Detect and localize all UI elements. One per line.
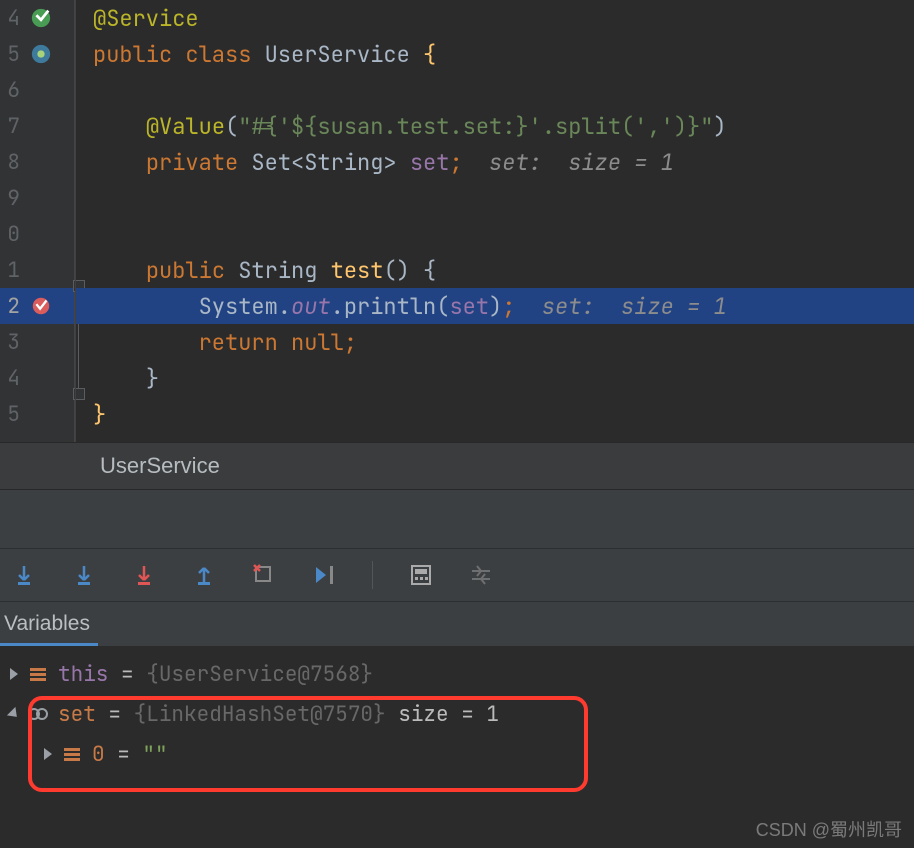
step-into-icon[interactable] xyxy=(72,563,96,587)
line-number: 9 xyxy=(6,185,20,212)
run-class-icon[interactable] xyxy=(30,7,52,29)
collapse-icon[interactable] xyxy=(7,707,21,721)
line-number: 3 xyxy=(6,329,20,356)
breadcrumb[interactable]: UserService xyxy=(0,442,914,490)
run-to-cursor-icon[interactable] xyxy=(312,563,336,587)
variables-tab-label: Variables xyxy=(4,612,90,636)
step-over-icon[interactable] xyxy=(12,563,36,587)
element-icon xyxy=(62,744,82,764)
line-number: 5 xyxy=(6,401,20,428)
expand-icon[interactable] xyxy=(10,668,18,680)
evaluate-expression-icon[interactable] xyxy=(409,563,433,587)
code-editor: 4 5 6 7 8 9 0 1 2 3 4 5 @Service publ xyxy=(0,0,914,442)
annotation: @Service xyxy=(93,4,199,33)
line-number: 7 xyxy=(6,113,20,140)
variable-row[interactable]: this = {UserService@7568} xyxy=(10,654,914,694)
watch-icon xyxy=(28,704,48,724)
inline-hint: set: size = 1 xyxy=(515,292,726,321)
gutter: 4 5 6 7 8 9 0 1 2 3 4 5 xyxy=(0,0,75,442)
line-number: 0 xyxy=(6,221,20,248)
separator-gap xyxy=(0,490,914,548)
debugger-toolbar xyxy=(0,548,914,602)
line-number: 4 xyxy=(6,5,20,32)
line-number: 4 xyxy=(6,365,20,392)
drop-frame-icon[interactable] xyxy=(252,563,276,587)
expand-icon[interactable] xyxy=(44,748,52,760)
gutter-row[interactable]: 5 xyxy=(0,36,74,72)
variables-tab[interactable]: Variables xyxy=(0,602,914,646)
current-exec-line: System.out.println(set); set: size = 1 xyxy=(75,288,914,324)
inline-hint: set: size = 1 xyxy=(463,148,674,177)
line-number: 1 xyxy=(6,257,20,284)
watermark: CSDN @蜀州凯哥 xyxy=(756,816,902,842)
breadcrumb-item[interactable]: UserService xyxy=(100,453,220,479)
toolbar-separator xyxy=(372,561,373,589)
line-number: 6 xyxy=(6,77,20,104)
breakpoint-icon[interactable] xyxy=(30,295,52,317)
trace-current-stream-icon[interactable] xyxy=(469,563,493,587)
variable-row[interactable]: set = {LinkedHashSet@7570} size = 1 xyxy=(10,694,914,734)
variable-row[interactable]: 0 = "" xyxy=(10,734,914,774)
bean-icon[interactable] xyxy=(30,43,52,65)
gutter-row[interactable]: 2 xyxy=(0,288,74,324)
line-number: 2 xyxy=(6,293,20,320)
line-number: 8 xyxy=(6,149,20,176)
object-icon xyxy=(28,664,48,684)
line-number: 5 xyxy=(6,41,20,68)
force-step-into-icon[interactable] xyxy=(132,563,156,587)
code-area[interactable]: @Service public class UserService { @Val… xyxy=(75,0,914,442)
gutter-row[interactable]: 4 xyxy=(0,0,74,36)
step-out-icon[interactable] xyxy=(192,563,216,587)
